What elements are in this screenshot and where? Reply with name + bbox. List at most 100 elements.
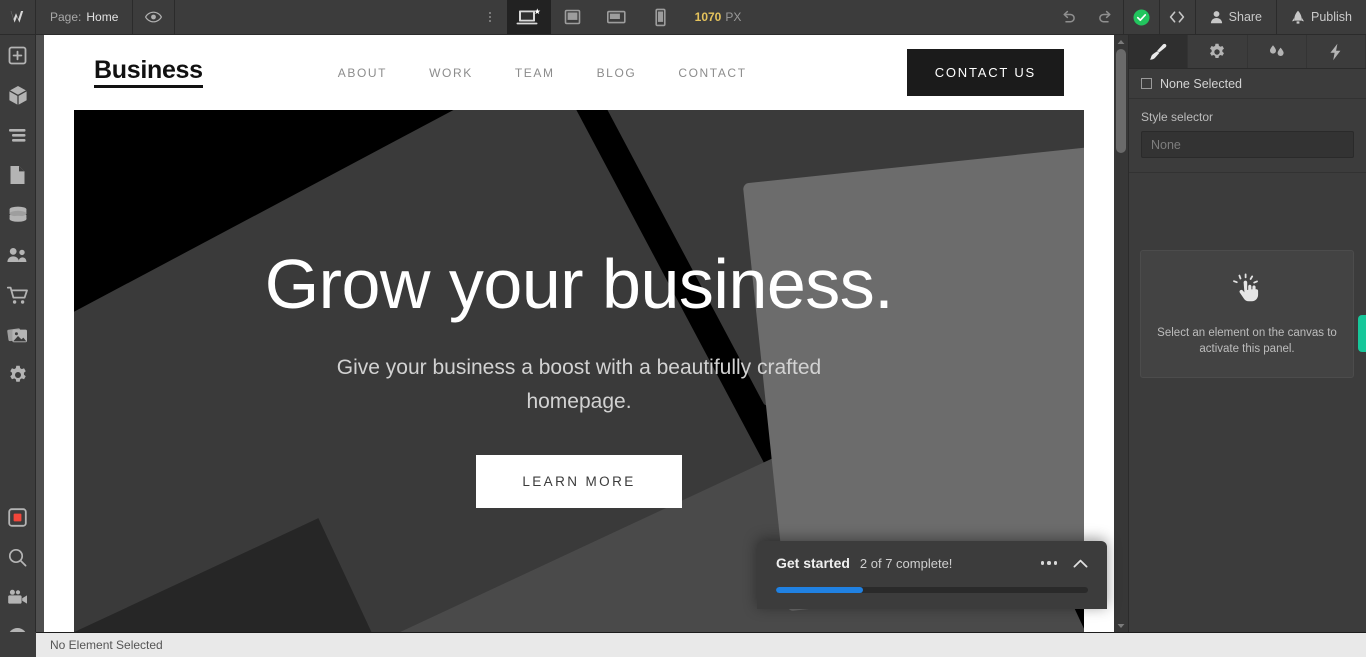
canvas-scrollbar[interactable] bbox=[1114, 35, 1128, 632]
feedback-tab[interactable] bbox=[1358, 315, 1366, 352]
redo-button[interactable] bbox=[1087, 0, 1123, 34]
cube-icon bbox=[8, 85, 28, 106]
publish-label: Publish bbox=[1311, 10, 1353, 24]
get-started-progress-bar bbox=[776, 587, 1088, 593]
droplets-icon bbox=[1266, 43, 1288, 61]
check-circle-icon bbox=[1133, 9, 1150, 26]
right-panel-empty-state: Select an element on the canvas to activ… bbox=[1140, 250, 1354, 378]
get-started-actions bbox=[1040, 559, 1089, 568]
images-icon bbox=[7, 326, 28, 344]
sidebar-item-settings[interactable] bbox=[0, 355, 36, 395]
right-panel-empty-text: Select an element on the canvas to activ… bbox=[1157, 327, 1337, 355]
hero-content: Grow your business. Give your business a… bbox=[74, 110, 1084, 508]
tab-style-manager[interactable] bbox=[1248, 35, 1307, 68]
scroll-down-arrow[interactable] bbox=[1114, 619, 1128, 632]
contact-us-button[interactable]: CONTACT US bbox=[906, 49, 1064, 96]
top-toolbar: Page: Home 1070 PX Share Publish bbox=[0, 0, 1366, 35]
sidebar-item-cms[interactable] bbox=[0, 195, 36, 235]
get-started-header: Get started 2 of 7 complete! bbox=[776, 555, 1088, 571]
style-selector-input[interactable]: None bbox=[1141, 131, 1354, 158]
code-brackets-icon bbox=[1168, 10, 1186, 24]
sidebar-item-assets[interactable] bbox=[0, 315, 36, 355]
scroll-up-arrow[interactable] bbox=[1114, 35, 1128, 48]
get-started-panel[interactable]: Get started 2 of 7 complete! bbox=[757, 541, 1107, 609]
viewport-width-value: 1070 bbox=[694, 10, 722, 24]
redo-icon bbox=[1097, 10, 1113, 24]
chevron-up-icon[interactable] bbox=[1073, 559, 1088, 568]
sidebar-item-record[interactable] bbox=[0, 497, 36, 537]
code-export-button[interactable] bbox=[1158, 0, 1195, 34]
nav-link-work[interactable]: WORK bbox=[429, 66, 473, 80]
learn-more-button[interactable]: LEARN MORE bbox=[476, 454, 682, 508]
sidebar-item-components[interactable] bbox=[0, 75, 36, 115]
get-started-progress-text: 2 of 7 complete! bbox=[859, 555, 953, 571]
page-value: Home bbox=[86, 10, 119, 24]
sidebar-item-search[interactable] bbox=[0, 537, 36, 577]
status-bar: No Element Selected bbox=[36, 632, 1366, 657]
pointing-hand-icon bbox=[1227, 270, 1267, 310]
style-selector-block: Style selector None bbox=[1129, 99, 1366, 173]
search-icon bbox=[8, 548, 27, 567]
site-navbar[interactable]: Business ABOUT WORK TEAM BLOG CONTACT CO… bbox=[44, 35, 1114, 110]
hero-heading[interactable]: Grow your business. bbox=[219, 245, 939, 325]
gear-icon bbox=[8, 365, 28, 385]
site-brand[interactable]: Business bbox=[94, 57, 203, 88]
scrollbar-thumb[interactable] bbox=[1116, 49, 1126, 153]
share-button[interactable]: Share bbox=[1194, 0, 1276, 34]
paintbrush-icon bbox=[1149, 43, 1168, 61]
person-icon bbox=[1210, 10, 1223, 24]
device-tablet[interactable] bbox=[551, 0, 595, 34]
page-document-icon bbox=[9, 165, 26, 185]
save-status[interactable] bbox=[1122, 0, 1159, 34]
preview-toggle[interactable] bbox=[133, 0, 176, 34]
lightning-bolt-icon bbox=[1329, 43, 1342, 61]
rocket-icon bbox=[1291, 10, 1305, 25]
selection-label: None Selected bbox=[1160, 76, 1243, 91]
sidebar-item-ecommerce[interactable] bbox=[0, 275, 36, 315]
undo-button[interactable] bbox=[1051, 0, 1087, 34]
style-selector-label: Style selector bbox=[1141, 110, 1214, 124]
nav-link-contact[interactable]: CONTACT bbox=[678, 66, 746, 80]
sidebar-item-users[interactable] bbox=[0, 235, 36, 275]
webflow-designer: Page: Home 1070 PX Share Publish Busines… bbox=[0, 0, 1366, 657]
publish-button[interactable]: Publish bbox=[1276, 0, 1366, 34]
tab-style[interactable] bbox=[1129, 35, 1189, 68]
hero-subtitle[interactable]: Give your business a boost with a beauti… bbox=[299, 351, 859, 419]
device-toolbar: 1070 PX bbox=[473, 0, 754, 34]
nav-link-blog[interactable]: BLOG bbox=[597, 66, 637, 80]
device-tablet-landscape[interactable] bbox=[595, 0, 639, 34]
device-mobile[interactable] bbox=[639, 0, 683, 34]
page-label: Page: bbox=[50, 10, 82, 24]
shopping-cart-icon bbox=[7, 286, 28, 305]
get-started-progress-fill bbox=[776, 587, 864, 593]
webflow-logo-icon[interactable] bbox=[0, 0, 36, 34]
page-indicator[interactable]: Page: Home bbox=[36, 0, 134, 34]
eye-icon bbox=[145, 11, 163, 23]
people-icon bbox=[7, 247, 28, 263]
selection-indicator[interactable]: None Selected bbox=[1129, 69, 1366, 99]
plus-square-icon bbox=[8, 46, 27, 65]
toolbar-spacer-left bbox=[175, 0, 472, 34]
red-square-icon bbox=[8, 507, 27, 527]
device-desktop[interactable] bbox=[506, 0, 551, 34]
tab-interactions[interactable] bbox=[1307, 35, 1366, 68]
sidebar-item-add-elements[interactable] bbox=[0, 35, 36, 75]
more-vertical-icon[interactable] bbox=[473, 0, 507, 34]
tab-settings[interactable] bbox=[1188, 35, 1248, 68]
left-sidebar: ? bbox=[0, 35, 36, 657]
nav-link-team[interactable]: TEAM bbox=[515, 66, 555, 80]
undo-icon bbox=[1061, 10, 1077, 24]
tablet-icon bbox=[563, 9, 582, 26]
selection-checkbox-icon[interactable] bbox=[1141, 78, 1152, 89]
sidebar-item-video-tutorials[interactable] bbox=[0, 577, 36, 617]
gear-icon bbox=[1208, 43, 1226, 61]
sidebar-item-navigator[interactable] bbox=[0, 115, 36, 155]
more-horizontal-icon[interactable] bbox=[1040, 561, 1057, 565]
viewport-width-indicator[interactable]: 1070 PX bbox=[683, 0, 754, 34]
share-label: Share bbox=[1228, 10, 1263, 24]
layers-lines-icon bbox=[8, 128, 27, 143]
sidebar-item-pages[interactable] bbox=[0, 155, 36, 195]
mobile-icon bbox=[654, 8, 667, 27]
nav-link-about[interactable]: ABOUT bbox=[338, 66, 387, 80]
right-panel-tabs bbox=[1129, 35, 1366, 69]
